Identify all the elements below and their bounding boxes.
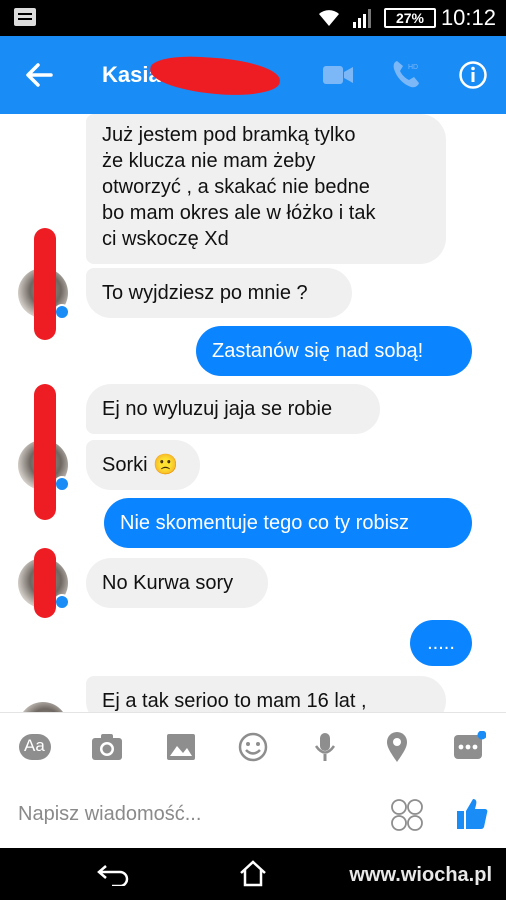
conversation-header: Kasia HD — [0, 36, 506, 114]
smiley-icon[interactable] — [236, 731, 270, 763]
redaction-mark — [34, 548, 56, 618]
outgoing-message[interactable]: Nie skomentuje tego co ty robisz — [104, 498, 472, 548]
message-composer: Napisz wiadomość... — [0, 780, 506, 848]
message-list[interactable]: Już jestem pod bramką tylko że klucza ni… — [0, 114, 506, 712]
incoming-message[interactable]: Ej no wyluzuj jaja se robie — [86, 384, 380, 434]
svg-text:HD: HD — [408, 64, 418, 71]
wifi-icon — [319, 10, 339, 26]
watermark-text-end: cha.pl — [434, 864, 492, 886]
message-text: Zastanów się nad sobą! — [212, 340, 424, 362]
battery-indicator: 27% — [384, 8, 436, 28]
message-text: Sorki 🙁 — [102, 454, 179, 476]
redaction-mark — [34, 384, 56, 520]
message-line: bo mam okres ale w łóżko i tak — [102, 202, 376, 224]
more-icon[interactable] — [452, 731, 486, 763]
message-line: Już jestem pod bramką tylko — [102, 124, 356, 146]
location-icon[interactable] — [380, 731, 414, 763]
message-text: Ej a tak serioo to mam 16 lat , — [102, 690, 367, 712]
message-input[interactable]: Napisz wiadomość... — [18, 803, 201, 826]
phone-hd-icon[interactable]: HD — [390, 58, 422, 90]
redaction-mark — [148, 53, 282, 99]
video-call-icon[interactable] — [322, 62, 354, 88]
incoming-message[interactable]: Ej a tak serioo to mam 16 lat , — [86, 676, 446, 712]
clock: 10:12 — [440, 5, 496, 30]
gallery-icon[interactable] — [164, 731, 198, 763]
back-arrow-icon[interactable] — [24, 60, 54, 90]
incoming-message[interactable]: Sorki 🙁 — [86, 440, 200, 490]
watermark-text-main: www.wi — [349, 864, 422, 886]
info-icon[interactable] — [458, 60, 488, 90]
redaction-mark — [34, 228, 56, 340]
status-bar: 27% 10:12 — [0, 0, 506, 36]
aa-label: Aa — [24, 736, 45, 755]
watermark-text-mid: o — [421, 864, 435, 886]
incoming-message[interactable]: No Kurwa sory — [86, 558, 268, 608]
composer-toolbar: Aa — [0, 712, 506, 780]
signal-icon — [353, 9, 371, 28]
outgoing-message[interactable]: Zastanów się nad sobą! — [196, 326, 472, 376]
message-text: To wyjdziesz po mnie ? — [102, 282, 308, 304]
home-nav-icon[interactable] — [238, 858, 268, 888]
messenger-badge-icon — [54, 476, 70, 492]
message-text: ..... — [427, 632, 455, 654]
message-text: Nie skomentuje tego co ty robisz — [120, 512, 410, 534]
message-line: że klucza nie mam żeby — [102, 150, 316, 172]
message-text: No Kurwa sory — [102, 572, 234, 594]
avatar[interactable] — [18, 702, 68, 712]
emoji-picker-icon[interactable] — [390, 798, 424, 832]
notification-icon — [14, 8, 36, 26]
message-line: otworzyć , a skakać nie bedne — [102, 176, 370, 198]
back-nav-icon[interactable] — [96, 862, 130, 886]
incoming-message[interactable]: To wyjdziesz po mnie ? — [86, 268, 352, 318]
watermark: www.wiocha.pl — [349, 864, 492, 887]
thumbs-up-icon[interactable] — [454, 796, 490, 832]
message-text: Ej no wyluzuj jaja se robie — [102, 398, 333, 420]
messenger-badge-icon — [54, 304, 70, 320]
system-navigation-bar: www.wiocha.pl — [0, 848, 506, 900]
camera-icon[interactable] — [90, 731, 124, 763]
microphone-icon[interactable] — [308, 731, 342, 763]
messenger-badge-icon — [54, 594, 70, 610]
incoming-message[interactable]: Już jestem pod bramką tylko że klucza ni… — [86, 114, 446, 264]
message-line: ci wskoczę Xd — [102, 228, 229, 250]
outgoing-message[interactable]: ..... — [410, 620, 472, 666]
